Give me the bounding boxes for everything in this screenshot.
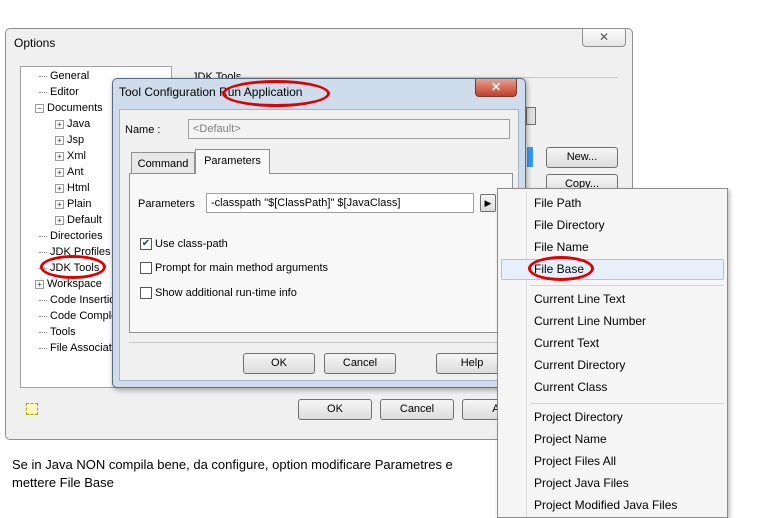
tree-line bbox=[39, 347, 47, 349]
tree-line bbox=[39, 299, 47, 301]
expand-icon[interactable]: + bbox=[35, 279, 44, 289]
expand-icon[interactable]: + bbox=[55, 183, 64, 193]
dialog-close-button[interactable]: ✕ bbox=[475, 79, 517, 97]
options-close-button[interactable]: ✕ bbox=[582, 29, 626, 47]
menu-separator bbox=[530, 403, 724, 404]
tree-line bbox=[39, 251, 47, 253]
menu-item-current-directory[interactable]: Current Directory bbox=[534, 358, 625, 372]
tree-item-general[interactable]: General bbox=[39, 70, 89, 82]
tool-configuration-dialog: Tool Configuration Run Application ✕ Nam… bbox=[112, 78, 526, 388]
highlight-oval-jdk-tools bbox=[40, 255, 106, 279]
menu-item-project-java-files[interactable]: Project Java Files bbox=[534, 476, 629, 490]
tree-item-editor[interactable]: Editor bbox=[39, 86, 79, 98]
menu-item-project-modified-java-files[interactable]: Project Modified Java Files bbox=[534, 498, 677, 512]
menu-item-file-path[interactable]: File Path bbox=[534, 196, 581, 210]
name-label: Name : bbox=[125, 124, 161, 136]
tree-line bbox=[39, 75, 47, 77]
tree-item-directories[interactable]: Directories bbox=[39, 230, 103, 242]
tree-item-html[interactable]: + Html bbox=[55, 182, 90, 194]
use-classpath-checkbox[interactable]: ✔ Use class-path bbox=[140, 238, 228, 251]
prompt-arguments-checkbox[interactable]: Prompt for main method arguments bbox=[140, 262, 328, 275]
tab-parameters[interactable]: Parameters bbox=[195, 149, 270, 174]
expand-icon[interactable]: + bbox=[55, 199, 64, 209]
menu-item-file-name[interactable]: File Name bbox=[534, 240, 589, 254]
folder-icon bbox=[26, 403, 38, 415]
menu-separator bbox=[530, 285, 724, 286]
menu-item-project-files-all[interactable]: Project Files All bbox=[534, 454, 616, 468]
expand-icon[interactable]: + bbox=[55, 151, 64, 161]
menu-item-project-directory[interactable]: Project Directory bbox=[534, 410, 623, 424]
expand-icon[interactable]: + bbox=[55, 167, 64, 177]
tree-item-documents[interactable]: − Documents bbox=[35, 102, 103, 114]
menu-gutter bbox=[526, 191, 527, 517]
list-selection-edge bbox=[527, 147, 533, 167]
checkbox-checked-icon[interactable]: ✔ bbox=[140, 238, 152, 251]
caption-note: Se in Java NON compila bene, da configur… bbox=[12, 457, 453, 490]
tab-command[interactable]: Command bbox=[131, 152, 195, 174]
dialog-ok-button[interactable]: OK bbox=[243, 353, 315, 374]
tree-line bbox=[39, 331, 47, 333]
checkbox-icon[interactable] bbox=[140, 262, 152, 275]
tree-item-xml[interactable]: + Xml bbox=[55, 150, 86, 162]
tree-item-jsp[interactable]: + Jsp bbox=[55, 134, 84, 146]
expand-icon[interactable]: + bbox=[55, 215, 64, 225]
menu-item-current-line-text[interactable]: Current Line Text bbox=[534, 292, 625, 306]
name-field[interactable]: <Default> bbox=[188, 119, 510, 139]
parameters-label: Parameters bbox=[138, 198, 195, 210]
menu-item-file-directory[interactable]: File Directory bbox=[534, 218, 605, 232]
tab-panel: Parameters -classpath "$[ClassPath]" $[J… bbox=[129, 173, 513, 333]
new-button[interactable]: New... bbox=[546, 147, 618, 168]
tree-item-code-insertion[interactable]: Code Insertion bbox=[39, 294, 122, 306]
variable-popup-menu: File Path File Directory File Name File … bbox=[497, 188, 728, 518]
options-title: Options bbox=[14, 36, 56, 50]
dialog-body: Name : <Default> Command Parameters Para… bbox=[119, 109, 519, 381]
tree-line bbox=[39, 315, 47, 317]
tree-line bbox=[39, 235, 47, 237]
tree-item-workspace[interactable]: + Workspace bbox=[35, 278, 102, 290]
menu-item-current-text[interactable]: Current Text bbox=[534, 336, 599, 350]
insert-variable-button[interactable]: ▶ bbox=[480, 194, 496, 212]
tree-item-java[interactable]: + Java bbox=[55, 118, 90, 130]
tree-item-plain[interactable]: + Plain bbox=[55, 198, 91, 210]
expand-icon[interactable]: + bbox=[55, 119, 64, 129]
checkbox-icon[interactable] bbox=[140, 287, 152, 300]
tree-line bbox=[39, 91, 47, 93]
tree-item-tools[interactable]: Tools bbox=[39, 326, 76, 338]
menu-item-project-name[interactable]: Project Name bbox=[534, 432, 607, 446]
dropdown-edge[interactable] bbox=[526, 107, 536, 125]
options-ok-button[interactable]: OK bbox=[298, 399, 372, 420]
footer-divider bbox=[129, 342, 513, 343]
parameters-field[interactable]: -classpath "$[ClassPath]" $[JavaClass] bbox=[206, 193, 474, 213]
expand-icon[interactable]: + bbox=[55, 135, 64, 145]
highlight-oval-file-base bbox=[528, 256, 594, 281]
dialog-cancel-button[interactable]: Cancel bbox=[324, 353, 396, 374]
menu-item-current-line-number[interactable]: Current Line Number bbox=[534, 314, 646, 328]
options-cancel-button[interactable]: Cancel bbox=[380, 399, 454, 420]
highlight-oval-run-application bbox=[222, 80, 330, 107]
tree-item-default[interactable]: + Default bbox=[55, 214, 102, 226]
menu-item-current-class[interactable]: Current Class bbox=[534, 380, 607, 394]
show-runtime-info-checkbox[interactable]: Show additional run-time info bbox=[140, 287, 297, 300]
collapse-icon[interactable]: − bbox=[35, 103, 44, 113]
tree-item-ant[interactable]: + Ant bbox=[55, 166, 84, 178]
